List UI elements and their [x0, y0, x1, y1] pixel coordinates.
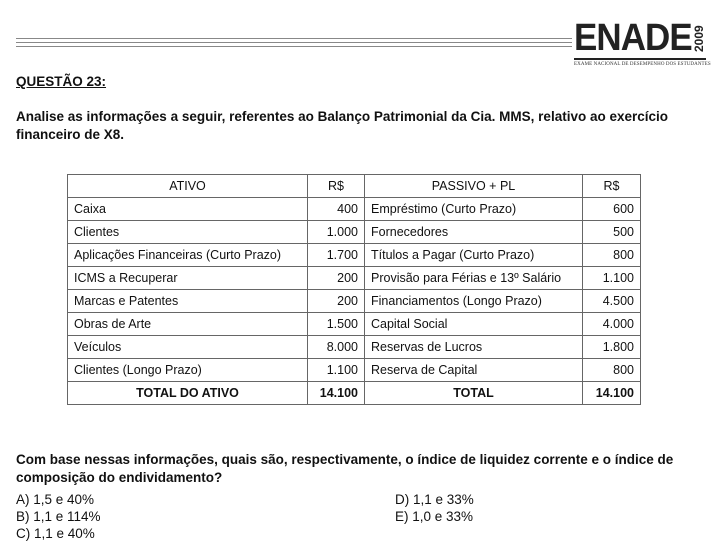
asset-value: 200 [307, 266, 365, 290]
asset-value: 8.000 [307, 335, 365, 359]
logo-word: ENADE [574, 17, 693, 59]
question-intro: Analise as informações a seguir, referen… [16, 109, 669, 142]
header-value-1: R$ [307, 174, 365, 198]
table-row: Veículos 8.000 Reservas de Lucros 1.800 [67, 335, 641, 359]
asset-value: 1.700 [307, 243, 365, 267]
asset-value: 1.500 [307, 312, 365, 336]
option-c[interactable]: C) 1,1 e 40% [16, 525, 95, 542]
total-assets-label: TOTAL DO ATIVO [67, 381, 308, 405]
enade-logo: ENADE 2009 EXAME NACIONAL DE DESEMPENHO … [574, 18, 714, 68]
asset-name: Aplicações Financeiras (Curto Prazo) [67, 243, 308, 267]
liability-name: Empréstimo (Curto Prazo) [364, 197, 583, 221]
liability-value: 4.500 [582, 289, 641, 313]
header-ativo: ATIVO [67, 174, 308, 198]
table-row: Caixa 400 Empréstimo (Curto Prazo) 600 [67, 197, 641, 221]
table-row: Aplicações Financeiras (Curto Prazo) 1.7… [67, 243, 641, 267]
balance-sheet-table: ATIVO R$ PASSIVO + PL R$ Caixa 400 Empré… [67, 174, 641, 405]
option-e[interactable]: E) 1,0 e 33% [395, 508, 473, 525]
logo-year: 2009 [692, 25, 706, 53]
liability-name: Fornecedores [364, 220, 583, 244]
total-assets-value: 14.100 [307, 381, 365, 405]
header-value-2: R$ [582, 174, 641, 198]
asset-name: Clientes [67, 220, 308, 244]
liability-name: Títulos a Pagar (Curto Prazo) [364, 243, 583, 267]
liability-value: 600 [582, 197, 641, 221]
logo-rule [574, 58, 706, 60]
liability-value: 1.800 [582, 335, 641, 359]
header-rule-lines [16, 38, 572, 50]
liability-name: Financiamentos (Longo Prazo) [364, 289, 583, 313]
option-a[interactable]: A) 1,5 e 40% [16, 491, 94, 508]
asset-name: Veículos [67, 335, 308, 359]
liability-value: 1.100 [582, 266, 641, 290]
asset-name: Clientes (Longo Prazo) [67, 358, 308, 382]
logo-subtitle: EXAME NACIONAL DE DESEMPENHO DOS ESTUDAN… [574, 62, 711, 67]
option-b[interactable]: B) 1,1 e 114% [16, 508, 101, 525]
table-row: Marcas e Patentes 200 Financiamentos (Lo… [67, 289, 641, 313]
liability-value: 500 [582, 220, 641, 244]
table-row: Clientes 1.000 Fornecedores 500 [67, 220, 641, 244]
asset-name: ICMS a Recuperar [67, 266, 308, 290]
total-liabilities-label: TOTAL [364, 381, 583, 405]
asset-name: Marcas e Patentes [67, 289, 308, 313]
asset-value: 1.000 [307, 220, 365, 244]
liability-value: 4.000 [582, 312, 641, 336]
liability-name: Reserva de Capital [364, 358, 583, 382]
table-total-row: TOTAL DO ATIVO 14.100 TOTAL 14.100 [67, 381, 641, 405]
asset-value: 400 [307, 197, 365, 221]
option-d[interactable]: D) 1,1 e 33% [395, 491, 474, 508]
total-liabilities-value: 14.100 [582, 381, 641, 405]
table-header-row: ATIVO R$ PASSIVO + PL R$ [67, 174, 641, 198]
asset-value: 1.100 [307, 358, 365, 382]
header-passivo: PASSIVO + PL [364, 174, 583, 198]
asset-value: 200 [307, 289, 365, 313]
table-row: Clientes (Longo Prazo) 1.100 Reserva de … [67, 358, 641, 382]
asset-name: Caixa [67, 197, 308, 221]
table-row: Obras de Arte 1.500 Capital Social 4.000 [67, 312, 641, 336]
table-row: ICMS a Recuperar 200 Provisão para Féria… [67, 266, 641, 290]
question-label: QUESTÃO 23: [16, 74, 107, 89]
liability-name: Reservas de Lucros [364, 335, 583, 359]
liability-value: 800 [582, 243, 641, 267]
liability-name: Provisão para Férias e 13º Salário [364, 266, 583, 290]
asset-name: Obras de Arte [67, 312, 308, 336]
liability-name: Capital Social [364, 312, 583, 336]
liability-value: 800 [582, 358, 641, 382]
question-prompt: Com base nessas informações, quais são, … [16, 452, 674, 485]
